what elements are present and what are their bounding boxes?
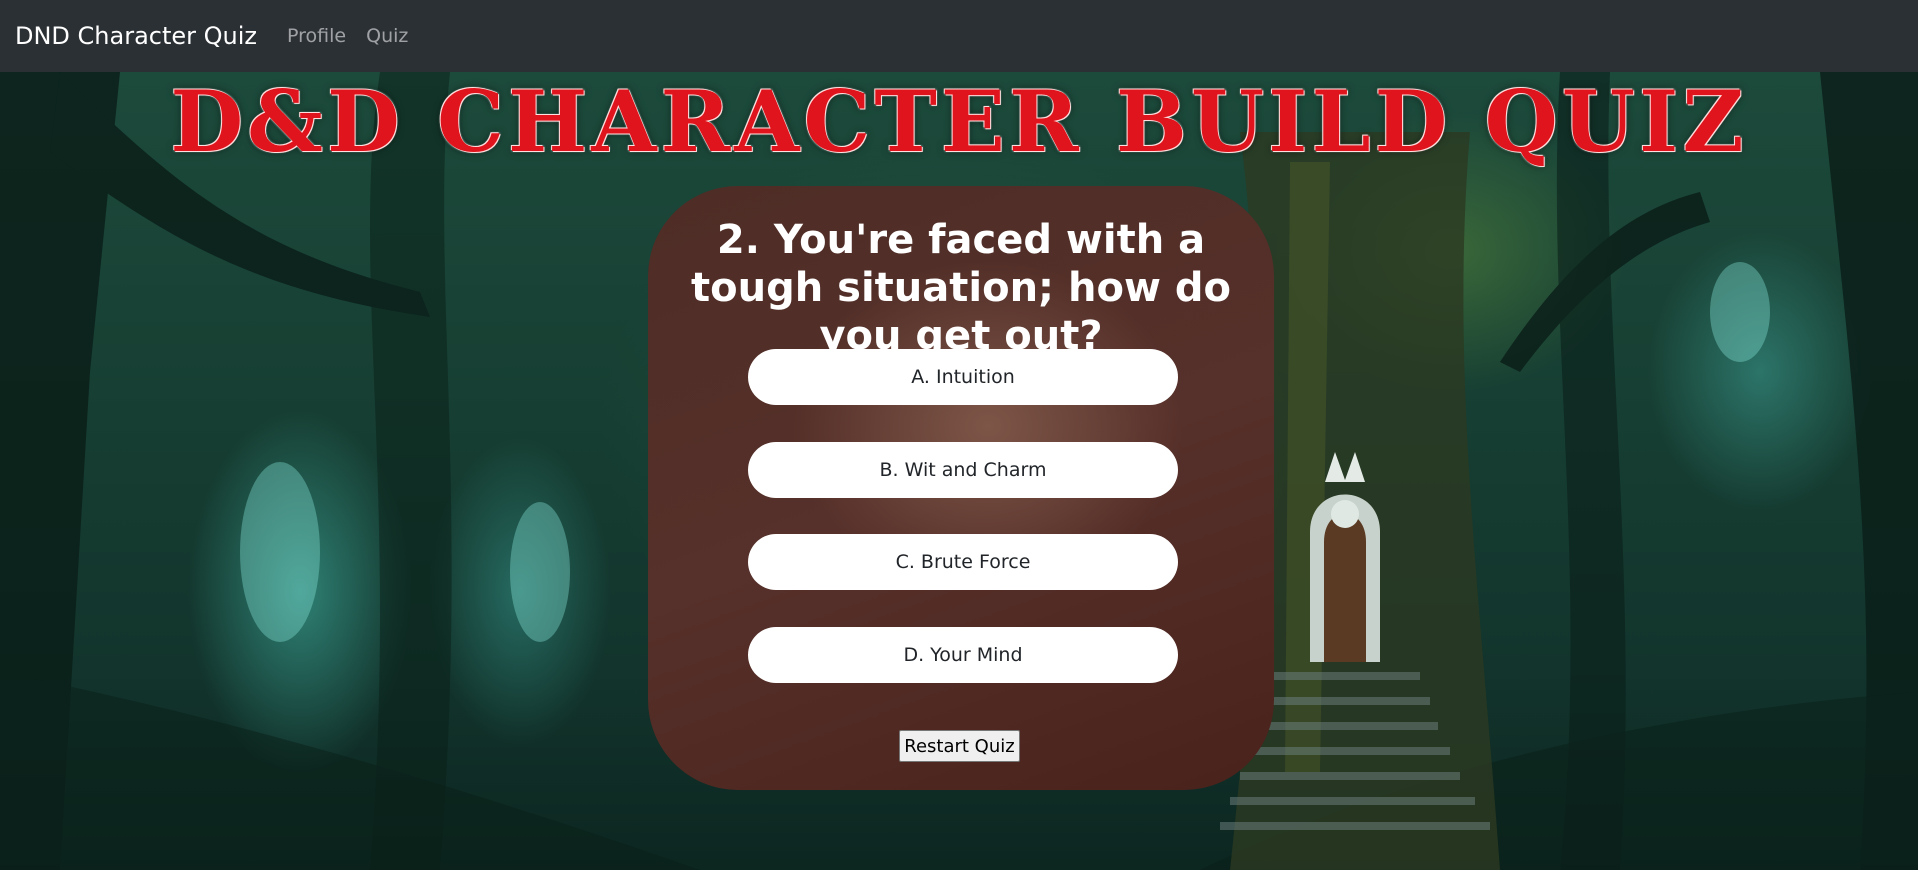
answer-button-a[interactable]: A. Intuition xyxy=(748,349,1178,405)
answer-button-c[interactable]: C. Brute Force xyxy=(748,534,1178,590)
brand-link[interactable]: DND Character Quiz xyxy=(15,22,257,50)
restart-quiz-button[interactable]: Restart Quiz xyxy=(899,730,1020,762)
nav-link-profile[interactable]: Profile xyxy=(287,25,346,47)
quiz-card: 2. You're faced with a tough situation; … xyxy=(648,186,1274,790)
page-title: D&D Character Build Quiz xyxy=(170,72,1748,171)
answer-button-d[interactable]: D. Your Mind xyxy=(748,627,1178,683)
question-text: 2. You're faced with a tough situation; … xyxy=(691,217,1231,359)
top-navbar: DND Character Quiz Profile Quiz xyxy=(0,0,1918,72)
answer-button-b[interactable]: B. Wit and Charm xyxy=(748,442,1178,498)
nav-link-quiz[interactable]: Quiz xyxy=(366,25,408,47)
